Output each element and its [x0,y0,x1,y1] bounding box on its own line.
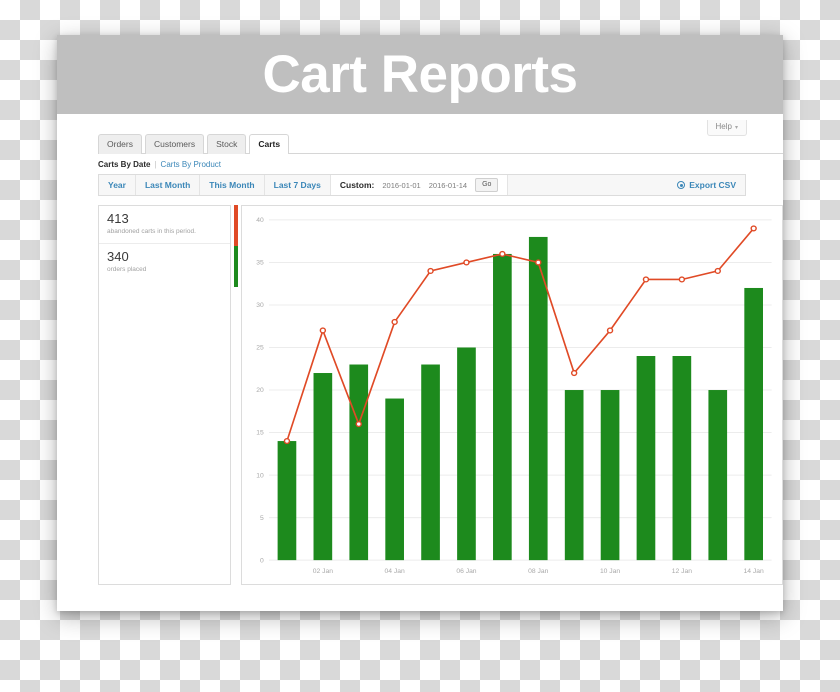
svg-text:35: 35 [256,260,264,267]
svg-text:02 Jan: 02 Jan [313,568,334,575]
go-button[interactable]: Go [475,178,499,192]
report-content: 413 abandoned carts in this period. 340 … [98,205,783,585]
svg-text:14 Jan: 14 Jan [744,568,765,575]
svg-text:04 Jan: 04 Jan [385,568,406,575]
stat-abandoned-carts: 413 abandoned carts in this period. [99,206,230,244]
export-csv-button[interactable]: Export CSV [668,175,745,195]
tab-customers[interactable]: Customers [144,133,205,154]
svg-text:15: 15 [256,430,264,437]
custom-range-group: Custom: 2016-01-01 2016-01-14 Go [330,175,509,195]
report-panel: Orders Customers Stock Carts Carts By Da… [98,114,783,611]
svg-text:12 Jan: 12 Jan [672,568,693,575]
tab-orders[interactable]: Orders [98,133,142,154]
window-title-bar: Cart Reports [57,35,783,114]
stat-orders-placed: 340 orders placed [99,244,230,281]
svg-text:25: 25 [256,345,264,352]
svg-text:10: 10 [256,472,264,479]
download-circle-icon [677,181,686,189]
custom-range-label: Custom: [339,180,375,190]
svg-text:0: 0 [260,557,264,564]
subnav-carts-by-date[interactable]: Carts By Date [98,160,150,169]
filter-this-month[interactable]: This Month [200,175,265,195]
svg-text:10 Jan: 10 Jan [600,568,621,575]
summary-stats-panel: 413 abandoned carts in this period. 340 … [98,205,231,585]
svg-text:5: 5 [260,515,264,522]
export-csv-label: Export CSV [689,180,736,190]
legend-swatch-orders [234,246,238,287]
filter-last-month[interactable]: Last Month [135,175,201,195]
tab-bar: Orders Customers Stock Carts [98,114,783,154]
svg-text:06 Jan: 06 Jan [456,568,477,575]
date-from-input[interactable]: 2016-01-01 [382,181,420,190]
page-title: Cart Reports [262,45,578,104]
browser-window: Cart Reports Help ▾ Orders Customers Stoc… [57,35,783,611]
svg-text:20: 20 [256,387,264,394]
stat-abandoned-carts-value: 413 [107,211,129,226]
series-color-legend [234,205,238,287]
subnav-carts-by-product[interactable]: Carts By Product [161,160,221,169]
tab-carts[interactable]: Carts [249,133,290,154]
chart-container: 0 5 10 15 20 25 30 35 40 02 Jan 04 Jan 06 Jan 08 Jan… [241,205,783,585]
stat-orders-placed-label: orders placed [107,265,147,273]
stat-abandoned-carts-label: abandoned carts in this period. [107,227,196,235]
svg-text:08 Jan: 08 Jan [528,568,549,575]
stat-orders-placed-value: 340 [107,248,129,264]
date-range-filter-bar: Year Last Month This Month Last 7 Days C… [98,174,746,196]
sub-navigation: Carts By Date | Carts By Product [98,154,783,174]
tab-stock[interactable]: Stock [207,133,247,154]
filter-year[interactable]: Year [99,175,136,195]
app-body: Help ▾ Orders Customers Stock Carts Carts… [57,114,783,611]
cart-reports-chart: 0 5 10 15 20 25 30 35 40 02 Jan 04 Jan 06 Jan 08 Jan… [256,217,772,575]
legend-swatch-abandoned [234,205,238,246]
date-to-input[interactable]: 2016-01-14 [429,181,467,190]
filter-last-7-days[interactable]: Last 7 Days [264,175,331,195]
svg-text:40: 40 [256,217,264,224]
filter-bar-spacer [508,175,669,195]
svg-text:30: 30 [256,302,264,309]
subnav-separator: | [154,160,157,169]
